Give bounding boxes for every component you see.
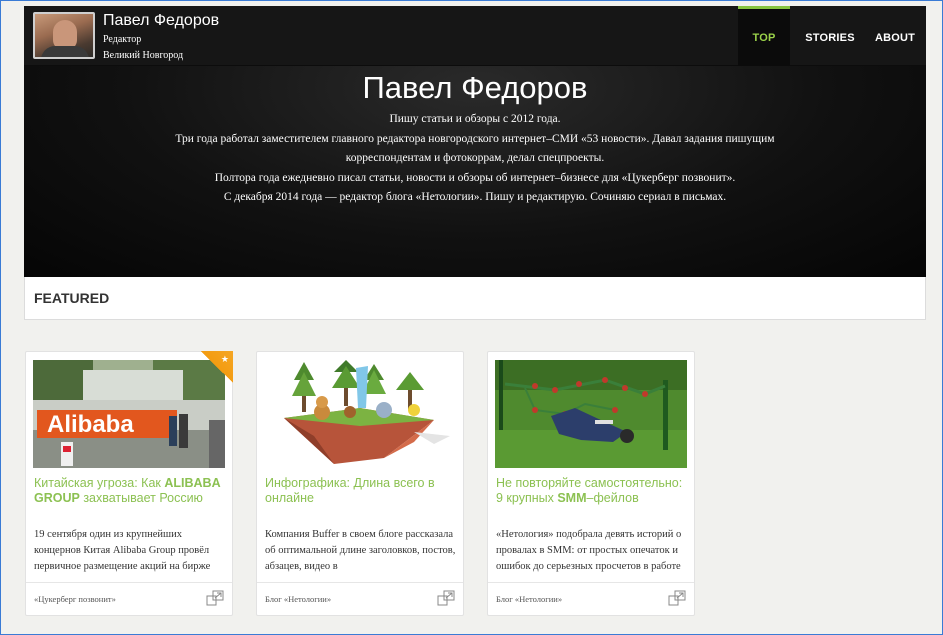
page-title: Павел Федоров	[362, 70, 588, 105]
card-title[interactable]: Инфографика: Длина всего в онлайне	[265, 476, 459, 506]
expand-icon[interactable]	[668, 590, 686, 606]
story-card[interactable]: Не повторяйте самостоятельно: 9 крупных …	[487, 351, 695, 616]
bio-line: Три года работал заместителем главного р…	[175, 132, 775, 165]
card-image[interactable]	[264, 360, 456, 468]
card-source[interactable]: Блог «Нетологии»	[265, 594, 331, 604]
profile-hero: Павел Федоров Редактор Великий Новгород …	[24, 6, 926, 277]
bio-line: Пишу статьи и обзоры с 2012 года.	[389, 113, 561, 125]
lowpoly-island-illustration	[264, 360, 456, 468]
card-image[interactable]	[495, 360, 687, 468]
card-image[interactable]: Alibaba	[33, 360, 225, 468]
divider	[26, 582, 232, 583]
top-bar: Павел Федоров Редактор Великий Новгород …	[24, 6, 926, 66]
nav-tab-top[interactable]: TOP	[738, 6, 790, 66]
avatar[interactable]	[33, 12, 95, 59]
card-title[interactable]: Не повторяйте самостоятельно: 9 крупных …	[496, 476, 690, 506]
card-excerpt: Компания Buffer в своем блоге рассказала…	[265, 529, 456, 572]
divider	[257, 582, 463, 583]
card-source[interactable]: «Цукерберг позвонит»	[34, 594, 116, 604]
card-excerpt: 19 сентября один из крупнейших концернов…	[34, 529, 211, 572]
bio-line: Полтора года ежедневно писал статьи, нов…	[214, 171, 736, 184]
nav-tab-about[interactable]: ABOUT	[870, 6, 920, 66]
author-name[interactable]: Павел Федоров	[103, 12, 219, 30]
bio-line: С декабря 2014 года — редактор блога «Не…	[223, 191, 727, 203]
main-nav: TOP STORIES ABOUT	[738, 6, 926, 66]
story-card[interactable]: Инфографика: Длина всего в онлайне Компа…	[256, 351, 464, 616]
playground-fail-photo	[495, 360, 687, 468]
featured-header: FEATURED	[24, 277, 926, 320]
svg-text:Alibaba: Alibaba	[47, 411, 134, 438]
expand-icon[interactable]	[206, 590, 224, 606]
author-role: Редактор	[103, 34, 142, 45]
card-title[interactable]: Китайская угроза: Как ALIBABA GROUP захв…	[34, 476, 228, 506]
section-title: FEATURED	[34, 290, 110, 306]
nav-tab-stories[interactable]: STORIES	[790, 6, 870, 66]
star-icon: ★	[220, 354, 229, 364]
story-card[interactable]: Alibaba ★ Китайская угроза: Как ALIBABA …	[25, 351, 233, 616]
divider	[488, 582, 694, 583]
author-bio: Пишу статьи и обзоры с 2012 года. Три го…	[164, 110, 786, 208]
card-excerpt: «Нетология» подобрала девять историй о п…	[496, 529, 682, 572]
author-city: Великий Новгород	[103, 50, 184, 61]
expand-icon[interactable]	[437, 590, 455, 606]
alibaba-office-photo: Alibaba	[33, 360, 225, 468]
card-source[interactable]: Блог «Нетологии»	[496, 594, 562, 604]
